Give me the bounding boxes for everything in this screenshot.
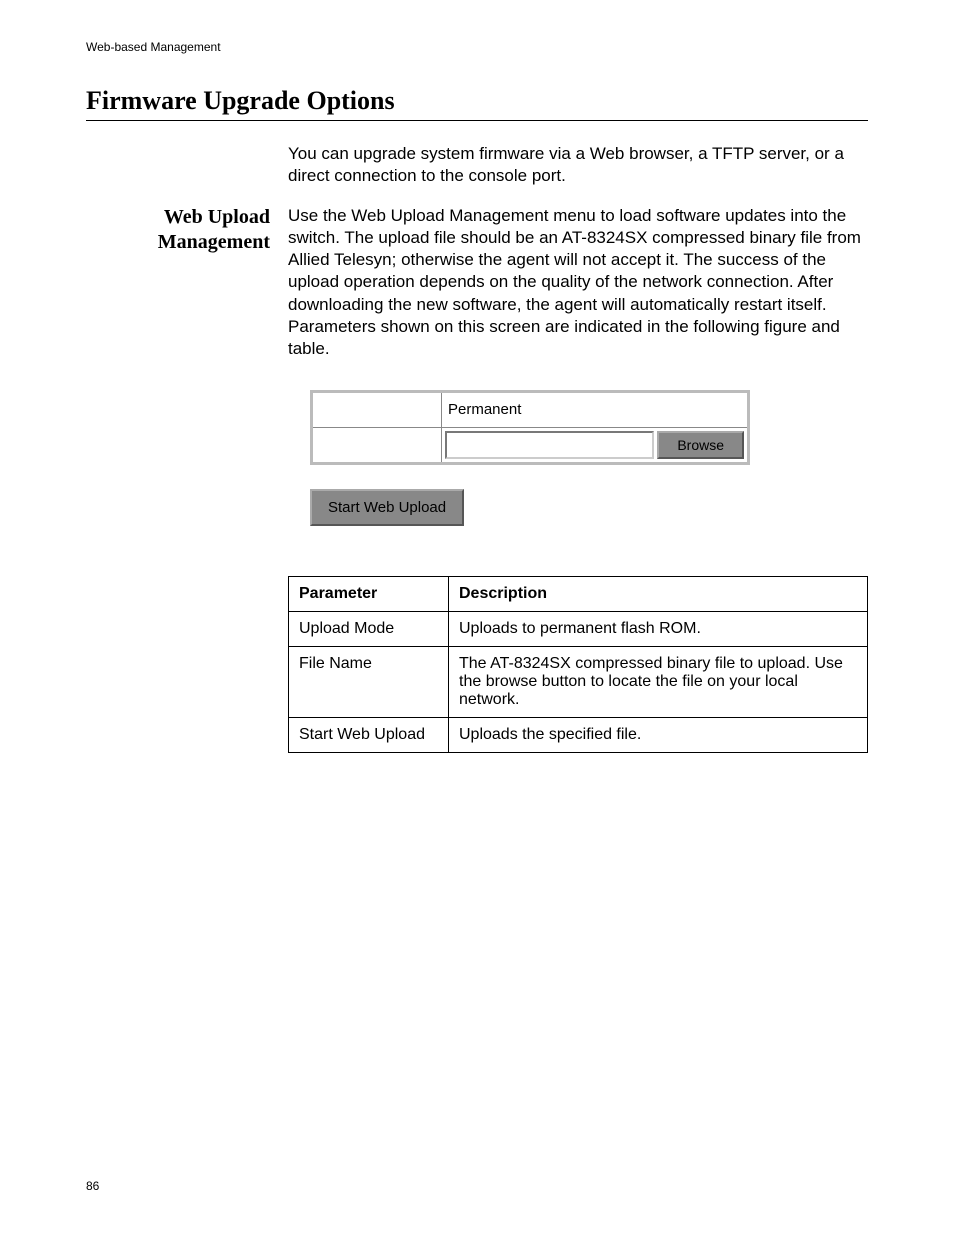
- file-name-label-cell: [312, 427, 442, 463]
- start-web-upload-button[interactable]: Start Web Upload: [310, 489, 464, 526]
- param-cell: File Name: [289, 646, 449, 717]
- table-header-parameter: Parameter: [289, 576, 449, 611]
- subsection-body: Use the Web Upload Management menu to lo…: [288, 205, 868, 360]
- table-row: Upload Mode Uploads to permanent flash R…: [289, 611, 868, 646]
- page-number: 86: [86, 1179, 99, 1193]
- subsection-heading-line2: Management: [158, 231, 270, 253]
- file-name-input[interactable]: [445, 431, 654, 459]
- intro-paragraph: You can upgrade system firmware via a We…: [288, 143, 868, 187]
- web-upload-panel: Permanent Browse: [310, 390, 750, 465]
- param-cell: Upload Mode: [289, 611, 449, 646]
- side-heading-spacer: [86, 143, 270, 187]
- chapter-header: Web-based Management: [86, 40, 868, 54]
- subsection-heading-line1: Web Upload: [164, 206, 270, 228]
- param-cell: Start Web Upload: [289, 717, 449, 752]
- table-row: Start Web Upload Uploads the specified f…: [289, 717, 868, 752]
- table-row: File Name The AT-8324SX compressed binar…: [289, 646, 868, 717]
- table-header-description: Description: [449, 576, 868, 611]
- section-title: Firmware Upgrade Options: [86, 86, 868, 121]
- upload-mode-label-cell: [312, 391, 442, 427]
- desc-cell: The AT-8324SX compressed binary file to …: [449, 646, 868, 717]
- desc-cell: Uploads to permanent flash ROM.: [449, 611, 868, 646]
- parameter-table: Parameter Description Upload Mode Upload…: [288, 576, 868, 753]
- browse-button[interactable]: Browse: [657, 431, 744, 459]
- desc-cell: Uploads the specified file.: [449, 717, 868, 752]
- subsection-heading: Web Upload Management: [86, 205, 270, 360]
- upload-mode-value: Permanent: [442, 391, 749, 427]
